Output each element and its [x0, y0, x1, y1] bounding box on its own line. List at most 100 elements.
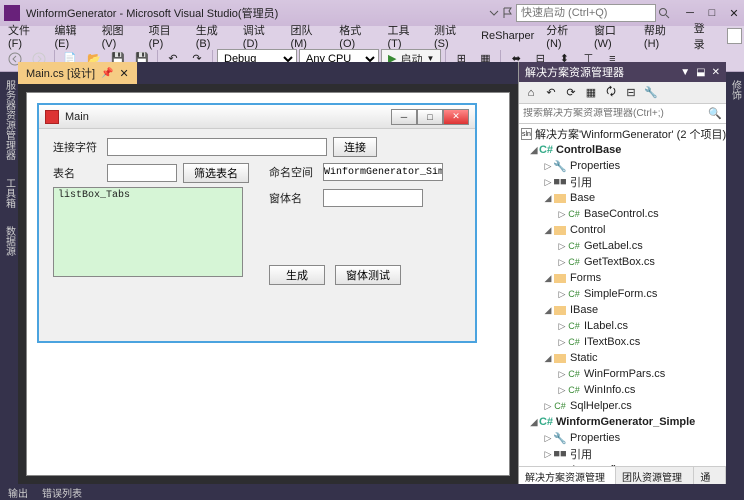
form-icon: [45, 110, 59, 124]
wrench-icon: 🔧: [553, 160, 567, 172]
folder-icon: [554, 194, 566, 203]
cs-icon: C#: [567, 256, 581, 268]
folder-icon: [554, 274, 566, 283]
tab-server-explorer[interactable]: 服务器资源管理器: [0, 76, 19, 164]
ftab-team[interactable]: 团队资源管理器: [616, 467, 694, 484]
folder-base[interactable]: Base: [570, 192, 595, 204]
se-collapse-icon[interactable]: ⊟: [623, 85, 639, 101]
window-title: WinformGenerator - Microsoft Visual Stud…: [26, 5, 278, 21]
cs-icon: C#: [567, 208, 581, 220]
status-bar: 输出 错误列表: [0, 484, 744, 500]
close-button[interactable]: ✕: [728, 7, 740, 19]
form-max-button[interactable]: □: [417, 109, 443, 125]
doc-tabstrip: Main.cs [设计] 📌 ✕: [18, 62, 518, 84]
project-icon: C#: [539, 416, 553, 428]
listbox-tabs[interactable]: listBox_Tabs: [53, 187, 243, 277]
menu-tools[interactable]: 工具(T): [382, 20, 428, 52]
button-generate[interactable]: 生成: [269, 265, 325, 285]
menu-resharper[interactable]: ReSharper: [475, 28, 540, 44]
project-controlbase[interactable]: ControlBase: [556, 144, 621, 156]
status-errors[interactable]: 错误列表: [42, 485, 82, 500]
folder-icon: [554, 354, 566, 363]
solex-header: 解决方案资源管理器 ▼ ⬓ ✕: [519, 62, 726, 82]
winform-main[interactable]: Main ─ □ ✕ 连接字符 连接 表名: [37, 103, 477, 343]
node-references[interactable]: 引用: [570, 174, 592, 190]
tab-close-icon[interactable]: ✕: [120, 67, 129, 80]
tab-datasources[interactable]: 数据源: [0, 222, 19, 260]
menu-debug[interactable]: 调试(D): [237, 20, 285, 52]
flag-icon[interactable]: [502, 7, 514, 19]
se-prop-icon[interactable]: 🔧: [643, 85, 659, 101]
label-conn: 连接字符: [53, 139, 101, 155]
status-output[interactable]: 输出: [8, 485, 28, 500]
input-namespace[interactable]: [323, 163, 443, 181]
solex-search-input[interactable]: [523, 108, 708, 119]
button-connect[interactable]: 连接: [333, 137, 377, 157]
form-min-button[interactable]: ─: [391, 109, 417, 125]
folder-icon: [554, 226, 566, 235]
designer-area: Main ─ □ ✕ 连接字符 连接 表名: [18, 84, 518, 484]
pin-icon[interactable]: 📌: [101, 68, 113, 79]
se-home-icon[interactable]: ⌂: [523, 85, 539, 101]
solex-search[interactable]: 🔍: [519, 104, 726, 124]
file-simpleform[interactable]: SimpleForm.cs: [584, 288, 657, 300]
solution-node[interactable]: 解决方案'WinformGenerator' (2 个项目): [535, 126, 726, 142]
user-icon[interactable]: [727, 28, 742, 44]
file-ilabel[interactable]: ILabel.cs: [584, 320, 628, 332]
project-winformgenerator-simple[interactable]: WinformGenerator_Simple: [556, 416, 695, 428]
cs-icon: C#: [567, 336, 581, 348]
file-getlabel[interactable]: GetLabel.cs: [584, 240, 643, 252]
se-showall-icon[interactable]: ▦: [583, 85, 599, 101]
folder-control[interactable]: Control: [570, 224, 605, 236]
form-close-button[interactable]: ✕: [443, 109, 469, 125]
left-tool-tabs: 服务器资源管理器 工具箱 数据源: [0, 72, 18, 484]
button-test[interactable]: 窗体测试: [335, 265, 401, 285]
menu-help[interactable]: 帮助(H): [638, 20, 686, 52]
button-filter[interactable]: 筛选表名: [183, 163, 249, 183]
se-refresh-icon[interactable]: 🗘: [603, 85, 619, 101]
folder-static[interactable]: Static: [570, 352, 598, 364]
solex-dropdown-icon[interactable]: ▼: [680, 67, 690, 78]
search-icon[interactable]: 🔍: [708, 107, 722, 120]
cs-icon: C#: [567, 240, 581, 252]
folder-forms[interactable]: Forms: [570, 272, 601, 284]
solex-title: 解决方案资源管理器: [525, 64, 624, 80]
file-basecontrol[interactable]: BaseControl.cs: [584, 208, 659, 220]
solex-pin-icon[interactable]: ⬓: [696, 67, 705, 78]
solex-close-icon[interactable]: ✕: [712, 67, 720, 78]
file-sqlhelper[interactable]: SqlHelper.cs: [570, 400, 632, 412]
menu-bar: 文件(F) 编辑(E) 视图(V) 项目(P) 生成(B) 调试(D) 团队(M…: [0, 26, 744, 46]
se-back-icon[interactable]: ↶: [543, 85, 559, 101]
menu-team[interactable]: 团队(M): [284, 20, 333, 52]
cs-icon: C#: [567, 384, 581, 396]
file-wininfo[interactable]: WinInfo.cs: [584, 384, 635, 396]
solution-tree[interactable]: sln解决方案'WinformGenerator' (2 个项目) ◢C#Con…: [519, 124, 726, 466]
node-properties[interactable]: Properties: [570, 160, 620, 172]
ftab-notif[interactable]: 通知: [694, 467, 726, 484]
winform-titlebar: Main ─ □ ✕: [39, 105, 475, 129]
tab-toolbox[interactable]: 工具箱: [0, 174, 19, 212]
file-winformpars[interactable]: WinFormPars.cs: [584, 368, 665, 380]
input-formname[interactable]: [323, 189, 423, 207]
se-sync-icon[interactable]: ⟳: [563, 85, 579, 101]
node-references-2[interactable]: 引用: [570, 446, 592, 462]
node-properties-2[interactable]: Properties: [570, 432, 620, 444]
login-link[interactable]: 登录: [686, 18, 723, 54]
label-table: 表名: [53, 165, 101, 181]
tab-decorate[interactable]: 修饰: [726, 76, 744, 104]
folder-ibase[interactable]: IBase: [570, 304, 598, 316]
ftab-solex[interactable]: 解决方案资源管理器: [519, 467, 616, 484]
search-icon[interactable]: [658, 7, 670, 19]
tab-main-designer[interactable]: Main.cs [设计] 📌 ✕: [18, 62, 137, 84]
solex-toolbar: ⌂ ↶ ⟳ ▦ 🗘 ⊟ 🔧: [519, 82, 726, 104]
ref-icon: ■■: [553, 176, 567, 188]
file-itextbox[interactable]: ITextBox.cs: [584, 336, 640, 348]
input-conn[interactable]: [107, 138, 327, 156]
input-table[interactable]: [107, 164, 177, 182]
folder-icon: [554, 306, 566, 315]
design-surface[interactable]: Main ─ □ ✕ 连接字符 连接 表名: [26, 92, 510, 476]
file-gettextbox[interactable]: GetTextBox.cs: [584, 256, 655, 268]
dropdown-icon[interactable]: [488, 7, 500, 19]
ref-icon: ■■: [553, 448, 567, 460]
menu-format[interactable]: 格式(O): [333, 20, 381, 52]
